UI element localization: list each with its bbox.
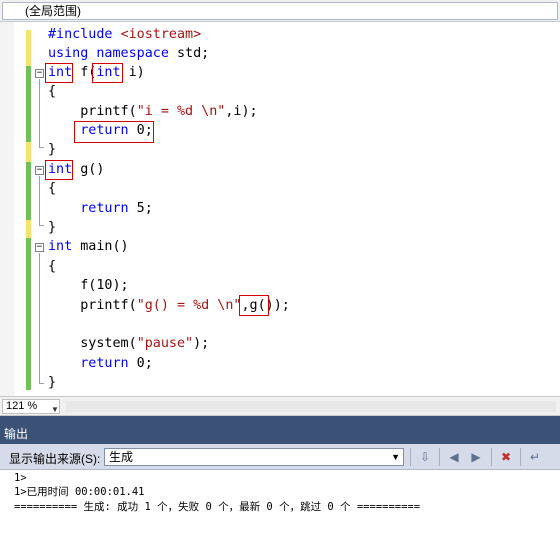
source-label: 显示输出来源(S): — [9, 452, 101, 466]
fold-guide — [39, 176, 40, 225]
highlight-box — [92, 63, 123, 83]
output-line: 1>已用时间 00:00:01.41 — [14, 486, 145, 498]
go-to-message-icon[interactable]: ⇩ — [417, 449, 433, 465]
highlight-box — [74, 121, 154, 143]
output-panel-title: 输出 — [0, 424, 560, 444]
toolbar-separator — [491, 448, 492, 466]
fold-guide-end — [39, 225, 44, 226]
change-marker — [26, 30, 31, 66]
scope-bar: (全局范围) — [0, 0, 560, 22]
code-line: return 0; — [80, 356, 153, 371]
chevron-down-icon: ▼ — [391, 452, 400, 462]
scope-dropdown[interactable]: (全局范围) — [2, 2, 558, 20]
output-toolbar: 显示输出来源(S): 生成 ▼ ⇩ ◀ ▶ ✖ ↵ — [0, 444, 560, 470]
code-line: f(10); — [48, 278, 129, 293]
source-value: 生成 — [109, 450, 134, 464]
clear-all-icon[interactable]: ✖ — [498, 449, 514, 465]
scope-label: (全局范围) — [25, 4, 81, 18]
word-wrap-icon[interactable]: ↵ — [527, 449, 543, 465]
code-line: return 5; — [80, 201, 153, 216]
fold-guide — [39, 253, 40, 383]
editor-gutter — [0, 22, 14, 396]
zoom-value: 121 % — [6, 400, 38, 412]
output-text-area[interactable]: 1> 1>已用时间 00:00:01.41 ========== 生成: 成功 … — [0, 470, 560, 538]
code-line: } — [48, 220, 57, 235]
code-line: } — [48, 142, 57, 157]
toolbar-separator — [439, 448, 440, 466]
output-line: 1> — [14, 472, 27, 484]
next-message-icon[interactable]: ▶ — [468, 449, 484, 465]
panel-separator — [0, 416, 560, 424]
fold-toggle-icon[interactable]: − — [35, 243, 44, 252]
fold-guide-end — [39, 383, 44, 384]
code-line: printf("i = %d \n",i); — [48, 104, 258, 119]
fold-toggle-icon[interactable]: − — [35, 69, 44, 78]
code-line: } — [48, 375, 57, 390]
highlight-box — [239, 295, 269, 316]
code-line: using namespace std; — [48, 46, 210, 61]
code-line: { — [48, 181, 57, 196]
code-line: int main() — [48, 239, 129, 254]
code-line: { — [48, 259, 57, 274]
fold-guide — [39, 79, 40, 147]
chevron-down-icon: ▼ — [51, 405, 59, 414]
fold-toggle-icon[interactable]: − — [35, 166, 44, 175]
toolbar-separator — [410, 448, 411, 466]
code-line: { — [48, 84, 57, 99]
change-marker — [26, 220, 31, 238]
code-line: system("pause"); — [48, 336, 210, 351]
zoom-select[interactable]: 121 % ▼ — [2, 399, 60, 414]
highlight-box — [45, 160, 73, 180]
change-marker — [26, 162, 31, 220]
change-marker — [26, 142, 31, 162]
fold-guide-end — [39, 147, 44, 148]
previous-message-icon[interactable]: ◀ — [446, 449, 462, 465]
toolbar-separator — [520, 448, 521, 466]
change-marker — [26, 66, 31, 142]
code-line: #include <iostream> — [48, 27, 202, 42]
change-marker — [26, 238, 31, 390]
highlight-box — [45, 63, 73, 83]
horizontal-scrollbar[interactable] — [66, 401, 556, 412]
source-dropdown[interactable]: 生成 ▼ — [104, 448, 404, 466]
output-line: ========== 生成: 成功 1 个，失败 0 个，最新 0 个，跳过 0… — [14, 501, 421, 513]
code-editor[interactable]: − − − #include <iostream> using namespac… — [0, 22, 560, 396]
editor-status-bar: 121 % ▼ — [0, 396, 560, 416]
